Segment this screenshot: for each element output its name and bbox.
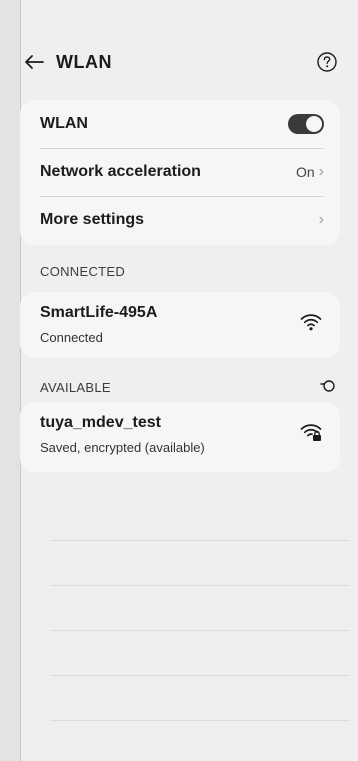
network-acceleration-value: On (295, 164, 315, 180)
connected-network-item[interactable]: SmartLife-495A Connected (20, 292, 340, 358)
network-acceleration-label: Network acceleration (40, 163, 201, 180)
available-network-item[interactable]: tuya_mdev_test Saved, encrypted (availab… (20, 402, 340, 472)
divider (50, 585, 350, 586)
refresh-icon[interactable] (320, 378, 336, 394)
network-acceleration-row[interactable]: Network acceleration On › (40, 148, 340, 196)
settings-card: WLAN Network acceleration On › More sett… (20, 100, 340, 245)
divider (50, 540, 350, 541)
network-name: tuya_mdev_test (40, 414, 161, 431)
wifi-locked-icon (300, 424, 322, 441)
network-status: Connected (40, 330, 103, 345)
network-status: Saved, encrypted (available) (40, 440, 205, 455)
network-name: SmartLife-495A (40, 304, 158, 321)
app-header: WLAN (20, 44, 338, 80)
help-icon[interactable] (316, 51, 338, 73)
chevron-right-icon: › (318, 163, 324, 180)
network-acceleration-value-wrap: On › (296, 148, 324, 196)
wifi-icon (300, 314, 322, 331)
back-button[interactable] (20, 48, 48, 76)
more-settings-row[interactable]: More settings › (40, 196, 340, 244)
divider (50, 675, 350, 676)
wlan-label: WLAN (40, 115, 88, 132)
wlan-toggle[interactable] (288, 114, 324, 134)
divider (50, 720, 350, 721)
page-title: WLAN (56, 51, 112, 72)
toggle-knob (306, 116, 322, 132)
arrow-left-icon (25, 55, 44, 69)
wlan-toggle-row[interactable]: WLAN (40, 100, 340, 148)
more-settings-label: More settings (40, 211, 145, 228)
section-title-available: AVAILABLE (40, 380, 111, 395)
section-title-connected: CONNECTED (40, 264, 126, 279)
chevron-right-icon: › (318, 211, 324, 228)
divider (50, 630, 350, 631)
more-settings-chevron-wrap: › (319, 196, 324, 244)
